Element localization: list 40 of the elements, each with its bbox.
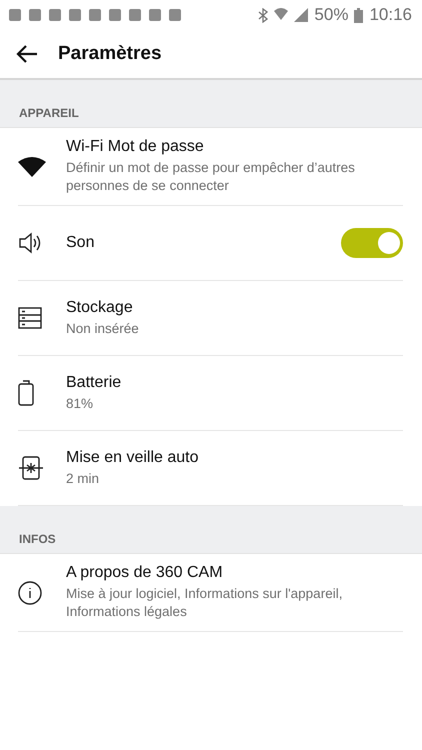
toggle-switch[interactable] (341, 228, 403, 258)
battery-percent: 50% (314, 5, 348, 25)
item-subtitle: Mise à jour logiciel, Informations sur l'appareil, Informations légales (66, 585, 344, 621)
item-title: Mise en veille auto (66, 448, 200, 467)
notification-icon (148, 8, 162, 22)
screen-timeout-icon (18, 455, 44, 481)
item-title: Stockage (66, 298, 134, 317)
notification-icon (28, 8, 42, 22)
notification-icon (48, 8, 62, 22)
settings-item[interactable]: Son (18, 206, 403, 281)
settings-item[interactable]: Wi-Fi Mot de passe Définir un mot de passe pour empêcher d’autres personnes de se connecter (18, 128, 403, 206)
battery-icon (18, 380, 34, 406)
storage-icon (18, 307, 42, 329)
notification-icon (8, 8, 22, 22)
cell-signal-icon (294, 8, 308, 22)
section-title: APPAREIL (19, 106, 79, 120)
clock: 10:16 (369, 5, 412, 25)
section-title: INFOS (19, 532, 56, 546)
wifi-icon (18, 156, 46, 176)
item-title: Batterie (66, 374, 122, 392)
item-subtitle: 81% (66, 394, 94, 412)
item-subtitle: Non insérée (66, 320, 140, 338)
item-subtitle: Définir un mot de passe pour empêcher d’autres personnes de se connecter (66, 159, 356, 195)
bluetooth-icon (258, 8, 268, 22)
item-subtitle: 2 min (66, 470, 100, 488)
notification-icon (88, 8, 102, 22)
notification-icon (68, 8, 82, 22)
page-title: Paramètres (58, 43, 162, 65)
notification-icon (128, 8, 142, 22)
notification-icon (168, 8, 182, 22)
notification-icon (108, 8, 122, 22)
item-title: Wi-Fi Mot de passe (66, 138, 205, 156)
item-title: A propos de 360 CAM (66, 564, 224, 582)
item-title: Son (66, 234, 96, 252)
back-button[interactable] (16, 44, 38, 64)
settings-item[interactable]: Stockage Non insérée (18, 281, 403, 356)
info-icon (18, 580, 42, 604)
settings-item[interactable]: A propos de 360 CAM Mise à jour logiciel, Informations sur l'appareil, Informations légales (18, 554, 403, 632)
settings-item[interactable]: Batterie 81% (18, 356, 403, 431)
battery-icon (354, 8, 364, 22)
